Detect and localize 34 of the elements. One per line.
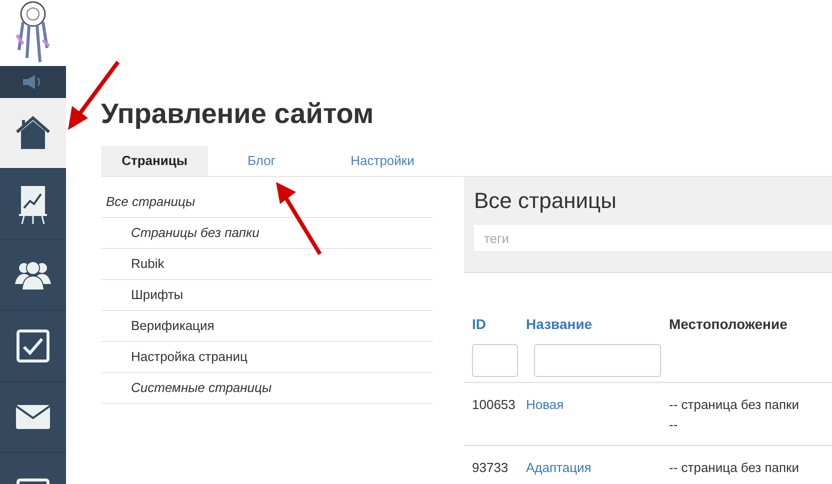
- sidebar-item[interactable]: [0, 382, 66, 453]
- presentation-chart-icon: [19, 184, 47, 224]
- folder-item[interactable]: Rubik: [101, 249, 433, 280]
- checkbox-icon: [16, 329, 50, 363]
- folder-item[interactable]: Системные страницы: [101, 373, 433, 404]
- page-title: Управление сайтом: [101, 97, 375, 131]
- folder-item[interactable]: Страницы без папки: [101, 218, 433, 249]
- folder-item[interactable]: Шрифты: [101, 280, 433, 311]
- sidebar-item[interactable]: [0, 240, 66, 311]
- table-cell-text: 93733: [471, 459, 510, 477]
- folder-item[interactable]: Настройка страниц: [101, 342, 433, 373]
- column-header[interactable]: ID: [464, 314, 526, 334]
- name-filter-field[interactable]: [534, 344, 661, 377]
- table-cell-text: 100653: [471, 396, 516, 414]
- location-text: -- страница без папки: [669, 459, 799, 477]
- tab[interactable]: Блог: [208, 146, 315, 176]
- column-header[interactable]: Название: [526, 314, 669, 334]
- sidebar-item[interactable]: [0, 98, 66, 169]
- tab[interactable]: Страницы: [101, 146, 208, 176]
- id-filter-field[interactable]: [472, 344, 518, 377]
- house-icon: [15, 116, 51, 150]
- sidebar-item[interactable]: [0, 169, 66, 240]
- location-text: -- страница без папки: [669, 396, 799, 414]
- page-link[interactable]: Новая: [526, 395, 669, 435]
- envelope-icon: [16, 405, 50, 429]
- page-link[interactable]: Адаптация: [526, 458, 669, 478]
- folder-item[interactable]: Верификация: [101, 311, 433, 342]
- tags-field[interactable]: теги: [474, 225, 832, 251]
- users-icon: [15, 260, 51, 290]
- sidebar-item[interactable]: [0, 311, 66, 382]
- panel-title: Все страницы: [474, 187, 618, 215]
- tab[interactable]: Настройки: [315, 146, 450, 176]
- column-header: Местоположение: [669, 314, 788, 334]
- location-text: --: [669, 416, 679, 434]
